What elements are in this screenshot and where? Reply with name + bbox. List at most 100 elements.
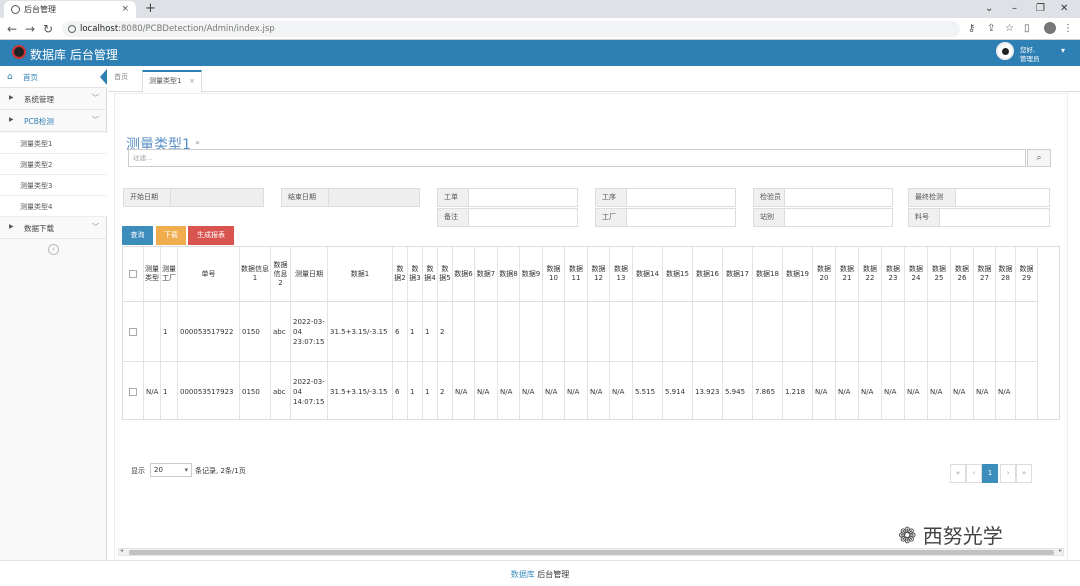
sidebar-subitem-type4[interactable]: 测量类型4 [0,196,107,217]
table-header-cell: 数据22 [859,247,882,302]
row-checkbox[interactable] [123,302,144,362]
key-icon[interactable]: ⚷ [968,22,975,36]
scrollbar-thumb[interactable] [129,550,1054,555]
next-page-button[interactable]: › [1000,464,1016,483]
sidebar-item-pcb[interactable]: ▶ PCB检测 ﹀ [0,110,107,132]
scroll-right-icon[interactable]: ▸ [1059,547,1062,554]
footer-text: 后台管理 [534,570,570,579]
station-label: 站别 [753,208,785,227]
last-page-button[interactable]: » [1016,464,1032,483]
table-cell [974,302,996,362]
user-avatar[interactable] [996,42,1014,60]
table-cell [693,302,723,362]
prev-page-button[interactable]: ‹ [966,464,982,483]
table-header-cell: 数据信息1 [240,247,271,302]
search-button[interactable]: ⌕ [1027,149,1051,167]
inspector-input[interactable] [784,188,893,207]
select-all-checkbox[interactable] [123,247,144,302]
close-tab-icon[interactable]: × [189,72,195,90]
sidebar-subitem-type3[interactable]: 测量类型3 [0,175,107,196]
tab-search-icon[interactable]: ⌄ [985,0,993,18]
table-header-cell: 数据11 [565,247,588,302]
table-cell: abc [271,302,291,362]
new-tab-button[interactable]: + [145,0,156,18]
station-input[interactable] [784,208,893,227]
page-size-select[interactable]: 20 ▾ [150,463,192,477]
generate-report-button[interactable]: 生成报表 [188,226,234,245]
search-input[interactable]: 过滤... [128,149,1026,167]
row-checkbox[interactable] [123,362,144,419]
sidebar-item-system[interactable]: ▶ 系统管理 ﹀ [0,88,107,110]
close-tab-icon[interactable]: × [121,1,129,18]
remark-input[interactable] [468,208,578,227]
table-header-cell: 数据25 [928,247,951,302]
browser-tab[interactable]: 后台管理 × [4,1,136,18]
back-icon[interactable]: ← [7,21,17,37]
close-window-button[interactable]: ✕ [1060,0,1068,18]
start-date-input[interactable] [170,188,264,207]
query-button[interactable]: 查询 [122,226,153,245]
browser-tab-strip: 后台管理 × + ⌄ – ❐ ✕ [0,0,1080,18]
table-header-cell: 数据27 [974,247,996,302]
table-cell: 6 [393,362,408,419]
chevron-down-icon: ﹀ [92,223,99,231]
table-cell [588,302,610,362]
sidebar-subitem-label: 测量类型2 [20,161,53,169]
process-input[interactable] [626,188,736,207]
profile-avatar[interactable] [1044,22,1056,34]
table-cell: 1 [161,302,178,362]
table-cell [144,302,161,362]
checkbox-icon[interactable] [129,270,137,278]
factory-input[interactable] [626,208,736,227]
table-header-cell: 数据2 [393,247,408,302]
table-cell: 7.865 [753,362,783,419]
page-1-button[interactable]: 1 [982,464,998,483]
menu-dots-icon[interactable]: ⋮ [1063,22,1073,36]
table-cell [723,302,753,362]
chevron-down-icon: ▾ [184,466,188,474]
table-cell: N/A [475,362,498,419]
scroll-left-icon[interactable]: ◂ [120,547,123,554]
table-cell: N/A [836,362,859,419]
sidebar-collapse-icon[interactable]: ‹ [48,244,59,255]
favicon-icon [11,5,20,14]
page-size-value: 20 [154,466,163,474]
user-menu-chevron-icon[interactable]: ▾ [1061,46,1065,55]
table-cell [453,302,475,362]
export-button[interactable]: 下载 [156,226,186,245]
bookmark-star-icon[interactable]: ☆ [1005,22,1014,36]
table-cell: 2 [438,302,453,362]
user-name[interactable]: 管理员 [1020,53,1040,63]
checkbox-icon[interactable] [129,387,137,396]
final-check-input[interactable] [955,188,1050,207]
tab-measure-type1[interactable]: 测量类型1 × [142,70,202,93]
watermark-text: 西努光学 [922,524,1003,548]
end-date-label: 结束日期 [281,188,329,207]
horizontal-scrollbar[interactable]: ◂ ▸ [118,547,1064,556]
table-header-cell: 测量日期 [291,247,328,302]
url-input[interactable]: localhost:8080/PCBDetection/Admin/index.… [62,21,960,37]
reload-icon[interactable]: ↻ [43,21,53,37]
sidebar-subitem-type2[interactable]: 测量类型2 [0,154,107,175]
forward-icon[interactable]: → [25,21,35,37]
site-info-icon[interactable] [68,25,76,33]
checkbox-icon[interactable] [129,327,137,336]
restore-button[interactable]: ❐ [1036,0,1045,18]
tab-home[interactable]: 首页 [114,72,128,82]
sidebar-item-download[interactable]: ▶ 数据下载 ﹀ [0,217,107,239]
side-panel-icon[interactable]: ▯ [1024,22,1030,36]
sidebar-subitem-type1[interactable]: 测量类型1 [0,133,107,154]
table-cell [610,302,633,362]
first-page-button[interactable]: « [950,464,966,483]
material-no-input[interactable] [939,208,1050,227]
sidebar-item-home[interactable]: ⌂ 首页 [0,66,107,88]
share-icon[interactable]: ⇪ [987,22,995,36]
table-cell: 0150 [240,302,271,362]
work-order-input[interactable] [468,188,578,207]
address-bar-row: ← → ↻ localhost:8080/PCBDetection/Admin/… [0,18,1080,40]
minimize-button[interactable]: – [1012,0,1017,18]
table-header-cell: 数据13 [610,247,633,302]
table-cell: 13.923 [693,362,723,419]
end-date-input[interactable] [328,188,420,207]
table-cell: N/A [905,362,928,419]
